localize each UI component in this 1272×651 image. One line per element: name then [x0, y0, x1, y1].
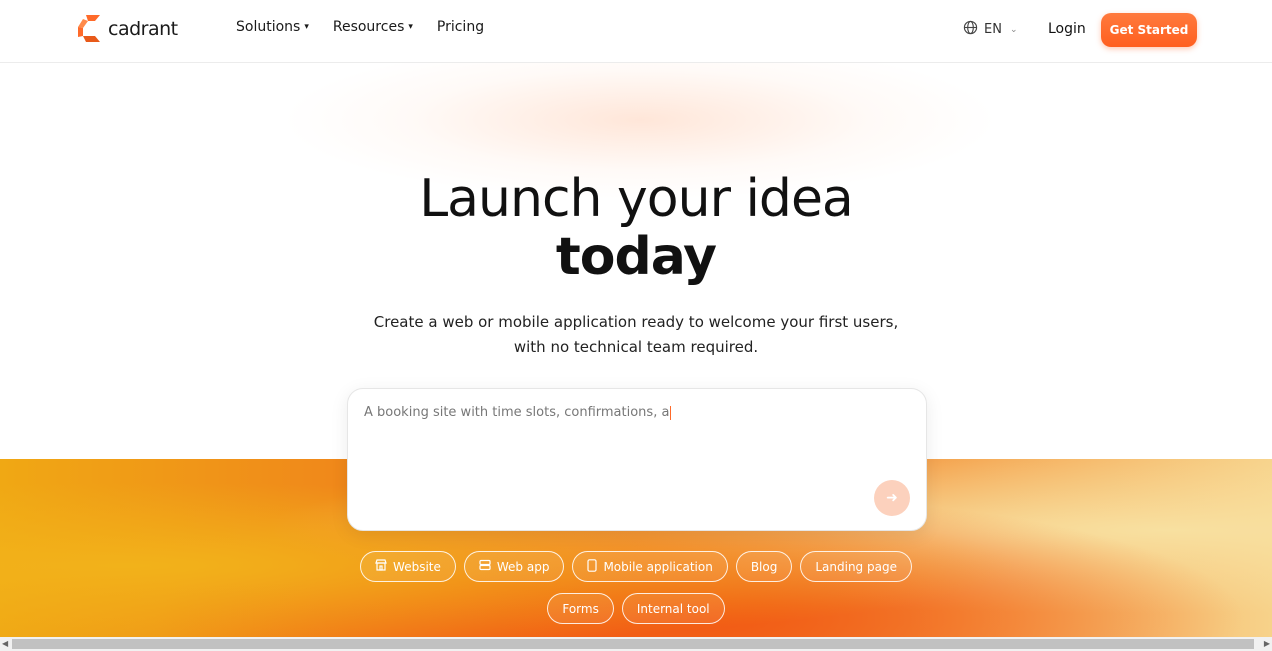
idea-prompt-input[interactable]: A booking site with time slots, confirma… [347, 388, 927, 531]
chip-web-app[interactable]: Web app [463, 551, 565, 582]
chip-label: Blog [750, 559, 778, 574]
nav-solutions[interactable]: Solutions ▾ [236, 19, 309, 35]
nav-solutions-label: Solutions [236, 19, 301, 35]
hero-subtitle-line2: with no technical team required. [513, 338, 759, 356]
prompt-value: A booking site with time slots, confirma… [364, 405, 670, 420]
prompt-text[interactable]: A booking site with time slots, confirma… [364, 405, 672, 420]
chip-label: Landing page [815, 559, 897, 574]
hero-title: Launch your idea today [0, 170, 1272, 286]
logo[interactable]: cadrant [77, 15, 178, 42]
top-header: cadrant Solutions ▾ Resources ▾ Pricing … [0, 0, 1272, 63]
nav-resources[interactable]: Resources ▾ [333, 19, 413, 35]
chip-label: Website [393, 559, 441, 574]
scroll-left-icon[interactable]: ◀ [2, 639, 8, 648]
arrow-right-icon: ➜ [886, 490, 898, 506]
chip-forms[interactable]: Forms [547, 593, 614, 624]
chip-label: Internal tool [636, 601, 710, 616]
chip-label: Web app [496, 559, 550, 574]
language-code: EN [984, 22, 1002, 37]
chip-blog[interactable]: Blog [735, 551, 793, 582]
scrollbar-thumb[interactable] [12, 639, 1254, 649]
chip-label: Mobile application [603, 559, 713, 574]
hero-title-line2: today [555, 227, 717, 287]
chip-website[interactable]: Website [360, 551, 456, 582]
login-link[interactable]: Login [1048, 21, 1086, 37]
cadrant-logo-icon [77, 15, 102, 42]
store-icon [375, 559, 387, 574]
scroll-right-icon[interactable]: ▶ [1264, 639, 1270, 648]
language-selector[interactable]: EN ⌄ [963, 20, 1018, 39]
chip-landing-page[interactable]: Landing page [800, 551, 912, 582]
horizontal-scrollbar[interactable]: ◀ ▶ [0, 637, 1272, 651]
chip-mobile-application[interactable]: Mobile application [572, 551, 728, 582]
brand-name: cadrant [108, 17, 178, 40]
caret-down-icon: ▾ [408, 22, 413, 32]
main-nav: Solutions ▾ Resources ▾ Pricing [236, 19, 484, 35]
chip-row-2: Forms Internal tool [0, 593, 1272, 624]
nav-pricing-label: Pricing [436, 19, 485, 35]
get-started-button[interactable]: Get Started [1101, 13, 1197, 47]
hero-subtitle-line1: Create a web or mobile application ready… [373, 313, 899, 331]
hero-subtitle: Create a web or mobile application ready… [0, 310, 1272, 360]
chip-internal-tool[interactable]: Internal tool [621, 593, 725, 624]
globe-icon [963, 20, 978, 39]
project-type-chips: Website Web app Mobile application Blog … [0, 551, 1272, 635]
phone-icon [587, 558, 598, 575]
chip-label: Forms [562, 601, 599, 616]
chip-row-1: Website Web app Mobile application Blog … [0, 551, 1272, 582]
caret-down-icon: ▾ [304, 22, 309, 32]
chevron-down-icon: ⌄ [1009, 24, 1018, 35]
nav-pricing[interactable]: Pricing [437, 19, 484, 35]
layout-icon [479, 559, 491, 574]
text-cursor [670, 405, 672, 420]
send-button[interactable]: ➜ [874, 480, 910, 516]
nav-resources-label: Resources [332, 19, 405, 35]
hero-title-line1: Launch your idea [419, 169, 854, 229]
